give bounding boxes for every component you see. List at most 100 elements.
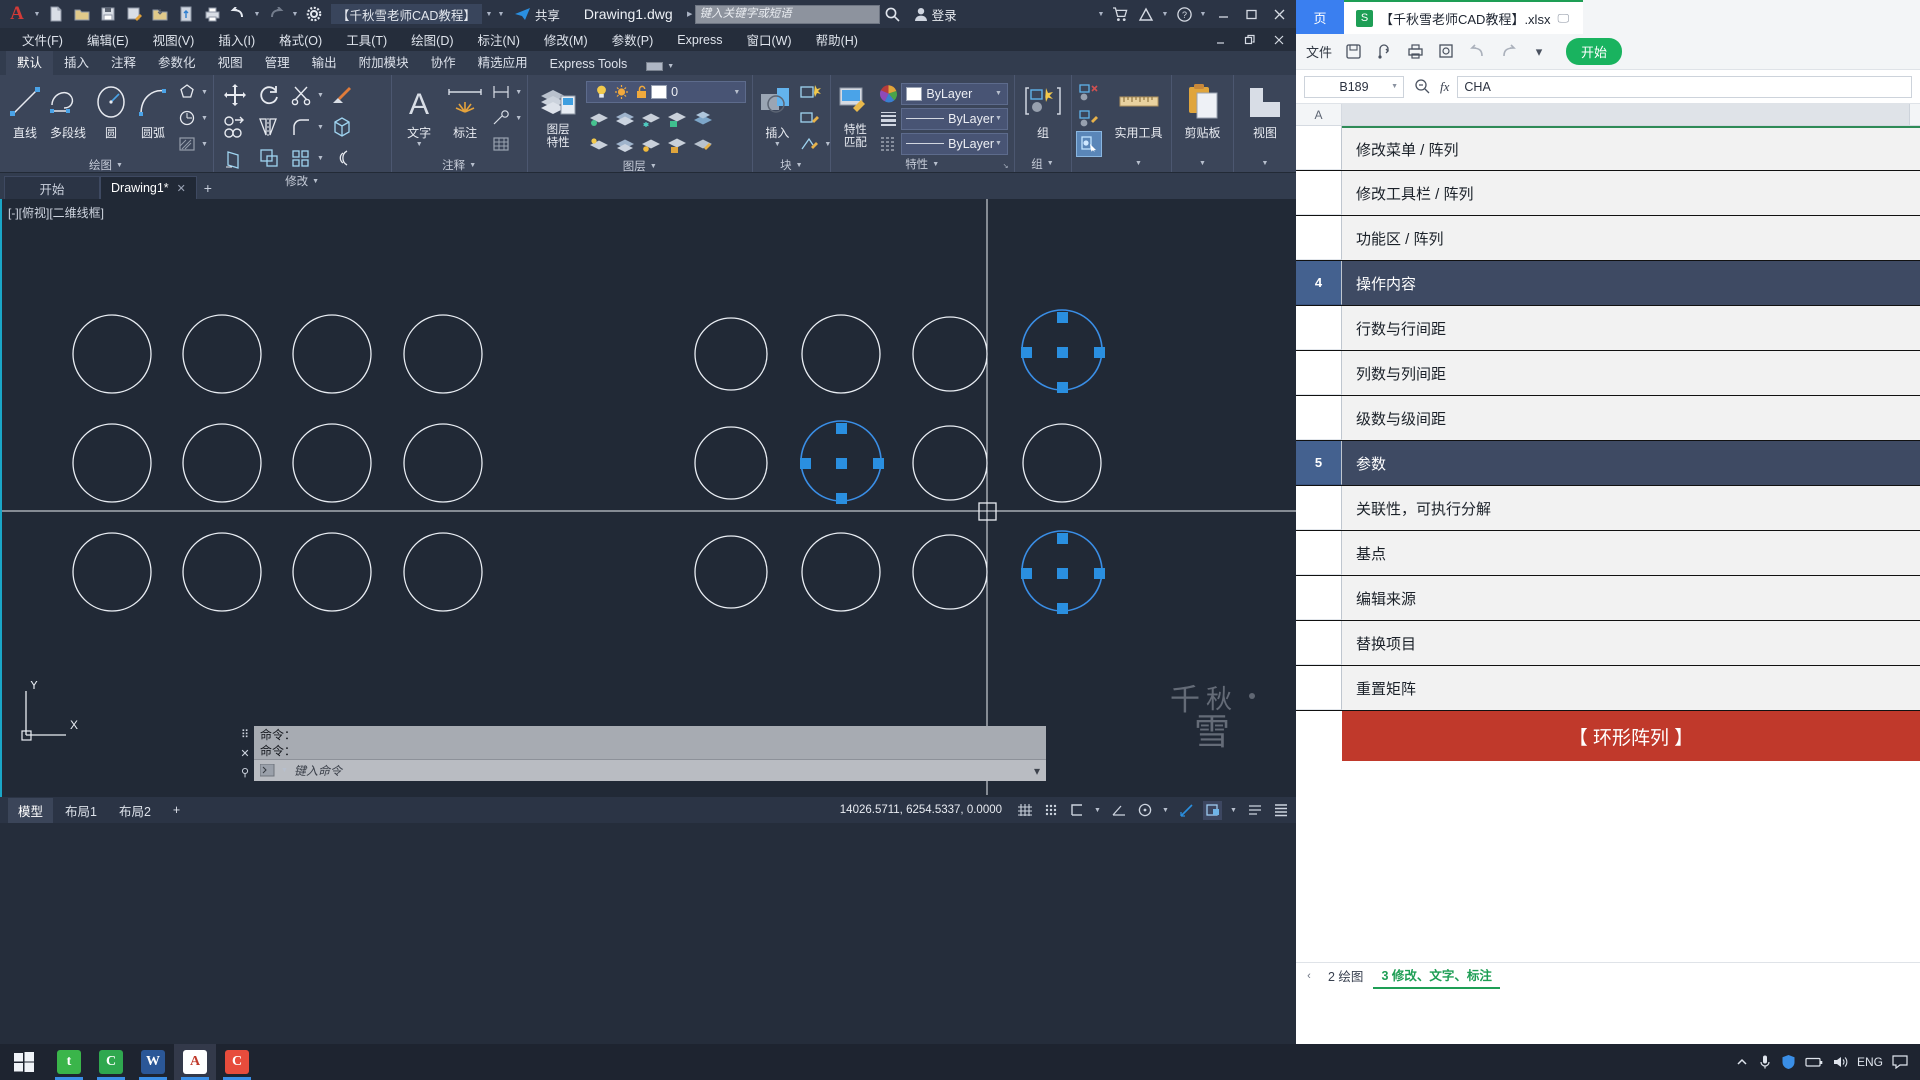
taskbar-app-autocad[interactable]: A <box>174 1044 216 1080</box>
row-text[interactable]: 修改菜单 / 阵列 <box>1342 126 1920 170</box>
language-indicator[interactable]: ENG <box>1857 1055 1883 1069</box>
linewidth-combo-caret-icon[interactable]: ▼ <box>994 115 1003 122</box>
save-as-icon[interactable] <box>122 2 146 26</box>
color-wheel-icon[interactable] <box>875 81 901 107</box>
fillet-caret-icon[interactable]: ▼ <box>316 124 325 131</box>
color-swatch[interactable] <box>906 86 923 101</box>
ribbon-panel-layers-label[interactable]: 图层 ▼ <box>532 158 748 174</box>
new-file-icon[interactable] <box>44 2 68 26</box>
group-button[interactable]: 组 <box>1019 79 1067 141</box>
layers-panel-caret-icon[interactable]: ▼ <box>649 163 658 170</box>
menu-item-dimension[interactable]: 标注(N) <box>466 28 532 51</box>
clipboard-button[interactable]: 剪贴板 <box>1176 79 1229 141</box>
undo-icon[interactable] <box>226 2 250 26</box>
sheet-tab-2[interactable]: 2 绘图 <box>1320 963 1371 988</box>
volume-icon[interactable] <box>1832 1055 1848 1069</box>
redo-caret-icon[interactable]: ▼ <box>290 11 300 18</box>
row-text[interactable]: 功能区 / 阵列 <box>1342 216 1920 260</box>
annotation-panel-caret-icon[interactable]: ▼ <box>468 162 477 169</box>
menu-item-window[interactable]: 窗口(W) <box>734 28 803 51</box>
group-edit-icon[interactable] <box>1076 105 1102 131</box>
command-drag-handle-icon[interactable]: ⠿ <box>241 728 249 741</box>
copy-icon[interactable] <box>218 111 252 143</box>
layer-unlock-icon[interactable] <box>631 83 651 101</box>
mic-icon[interactable] <box>1758 1054 1772 1070</box>
taskbar-app-word[interactable]: W <box>132 1044 174 1080</box>
layout-tab-add-button[interactable]: + <box>163 800 190 820</box>
excel-corner-header[interactable]: A <box>1296 104 1342 125</box>
autodesk-icon[interactable] <box>1134 2 1158 26</box>
menu-item-express[interactable]: Express <box>665 31 734 49</box>
menu-item-insert[interactable]: 插入(I) <box>206 28 267 51</box>
array-icon[interactable] <box>286 143 316 173</box>
edit-block-icon[interactable] <box>797 105 823 131</box>
annotation-visibility-caret-icon[interactable]: ▼ <box>1229 807 1238 814</box>
ribbon-tab-collaborate[interactable]: 协作 <box>420 49 467 75</box>
menu-item-draw[interactable]: 绘图(D) <box>399 28 465 51</box>
trim-icon[interactable] <box>286 79 316 111</box>
drawing-canvas[interactable]: [-][俯视][二维线框] Y X 千 秋 雪 ⠿ ✕ ⚲ 命令： 命令： ▼ … <box>0 199 1296 797</box>
excel-file-tab[interactable]: S 【千秋雪老师CAD教程】.xlsx 🖵 <box>1344 0 1584 34</box>
layer-combo-caret-icon[interactable]: ▼ <box>732 89 741 96</box>
insert-block-button[interactable]: 插入 ▼ <box>757 79 797 148</box>
table-row[interactable]: 修改工具栏 / 阵列 <box>1296 171 1920 216</box>
excel-start-button[interactable]: 开始 <box>1566 38 1623 65</box>
layer-on-icon[interactable] <box>591 83 611 101</box>
undo-caret-icon[interactable]: ▼ <box>252 11 262 18</box>
ribbon-panel-annotation-label[interactable]: 注释 ▼ <box>396 157 523 173</box>
snap-icon[interactable] <box>1041 801 1060 820</box>
layer-thaw-icon[interactable] <box>638 132 664 158</box>
share-icon[interactable] <box>1374 42 1394 62</box>
zoom-out-icon[interactable] <box>1412 77 1432 97</box>
taskbar-app-camtasia[interactable]: C <box>216 1044 258 1080</box>
fillet-icon[interactable] <box>286 111 316 143</box>
battery-icon[interactable] <box>1805 1055 1823 1069</box>
doc-tab-add-button[interactable]: + <box>197 176 219 199</box>
properties-dialog-launcher-icon[interactable]: ↘ <box>1001 162 1010 170</box>
row-text[interactable]: 编辑来源 <box>1342 576 1920 620</box>
menu-item-help[interactable]: 帮助(H) <box>804 28 870 51</box>
hatch-icon[interactable] <box>174 131 200 157</box>
command-input-row[interactable]: ▼ 键入命令 ▾ <box>254 759 1046 781</box>
linetype-stack-icon[interactable] <box>875 131 901 157</box>
undo-icon[interactable] <box>1467 42 1487 62</box>
table-row[interactable]: 功能区 / 阵列 <box>1296 216 1920 261</box>
block-panel-caret-icon[interactable]: ▼ <box>795 162 804 169</box>
more-icon[interactable]: ▾ <box>1529 42 1549 62</box>
start-button[interactable] <box>0 1044 48 1080</box>
doc-close-button[interactable] <box>1266 27 1292 53</box>
polygon-icon[interactable] <box>174 79 200 105</box>
sheet-prev-icon[interactable]: ‹ <box>1300 970 1318 982</box>
save-icon[interactable] <box>1343 42 1363 62</box>
osnap-icon[interactable] <box>1135 801 1154 820</box>
insert-block-caret-icon[interactable]: ▼ <box>773 141 782 148</box>
annotation-dimension-button[interactable]: 标注 <box>442 79 488 141</box>
login-caret-icon[interactable]: ▼ <box>1096 11 1106 18</box>
table-row[interactable]: 行数与行间距 <box>1296 306 1920 351</box>
print-preview-icon[interactable] <box>1436 42 1456 62</box>
osnap-caret-icon[interactable]: ▼ <box>1161 807 1170 814</box>
share-button[interactable]: 共享 <box>514 5 560 24</box>
layer-stack-icon[interactable] <box>612 106 638 132</box>
shield-icon[interactable] <box>1781 1054 1796 1070</box>
draw-line-button[interactable]: 直线 <box>4 79 46 141</box>
layer-isolate-icon[interactable] <box>586 106 612 132</box>
qat-logo-caret-icon[interactable]: ▼ <box>32 11 42 18</box>
search-input[interactable]: 键入关键字或短语 <box>694 4 880 24</box>
search-expand-icon[interactable]: ▶ <box>685 10 695 18</box>
excel-home-tab[interactable]: 页 <box>1296 0 1344 34</box>
row-text[interactable]: 行数与行间距 <box>1342 306 1920 350</box>
table-row[interactable]: 编辑来源 <box>1296 576 1920 621</box>
layer-freeze-icon[interactable] <box>638 106 664 132</box>
qat-overflow-caret-icon[interactable]: ▼ <box>496 11 506 18</box>
row-text[interactable]: 关联性，可执行分解 <box>1342 486 1920 530</box>
ribbon-tab-insert[interactable]: 插入 <box>53 49 100 75</box>
maximize-button[interactable] <box>1238 1 1264 27</box>
autodesk-caret-icon[interactable]: ▼ <box>1160 11 1170 18</box>
group-selection-toggle-icon[interactable] <box>1076 131 1102 157</box>
layout-tab-model[interactable]: 模型 <box>8 797 54 823</box>
stretch-icon[interactable] <box>218 143 252 173</box>
group-panel-caret-icon[interactable]: ▼ <box>1046 160 1055 167</box>
excel-namebox[interactable]: B189 ▼ <box>1304 75 1404 98</box>
ribbon-tab-parametric[interactable]: 参数化 <box>147 49 207 75</box>
